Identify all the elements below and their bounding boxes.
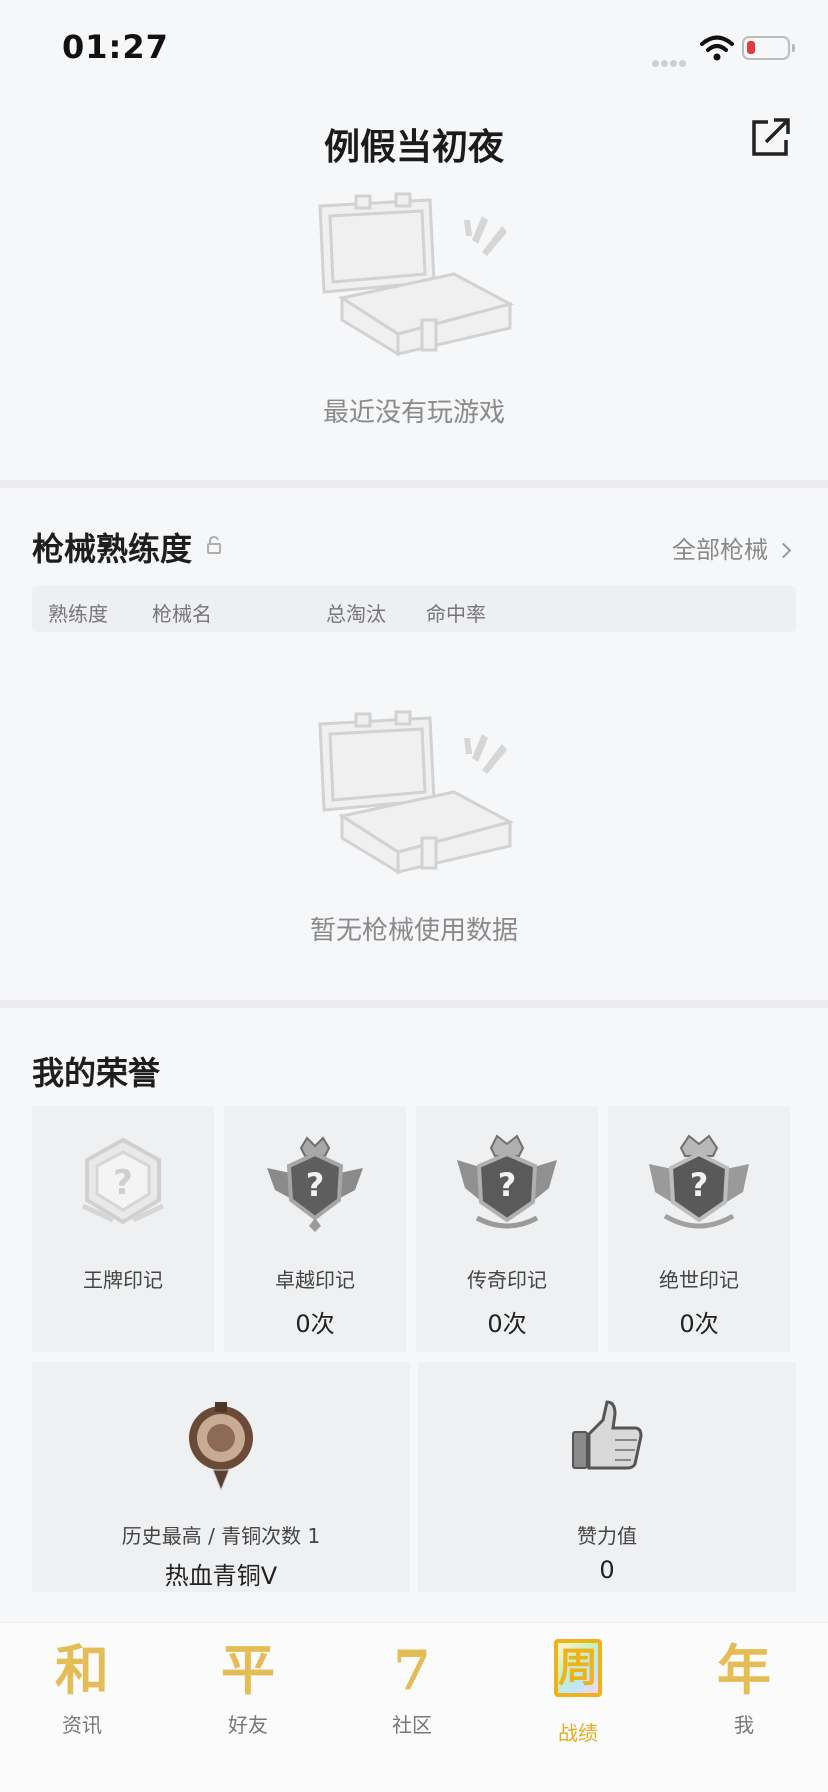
thumbs-up-icon <box>572 1400 643 1470</box>
column-header: 命中率 <box>426 602 486 626</box>
weapons-table-header: 熟练度 枪械名 总淘汰 命中率 <box>32 586 796 632</box>
honor-card-legend[interactable]: ? 传奇印记 0次 <box>416 1106 598 1352</box>
tab-me-icon: 年 <box>717 1638 771 1702</box>
honor-count: 0次 <box>295 1310 335 1338</box>
honor-label: 卓越印记 <box>275 1268 355 1292</box>
section-divider <box>0 1000 828 1008</box>
likes-value: 0 <box>599 1556 615 1584</box>
tab-community[interactable]: 7 社区 <box>352 1639 472 1738</box>
tab-friends[interactable]: 平 好友 <box>188 1639 308 1738</box>
tab-me[interactable]: 年 我 <box>684 1639 804 1738</box>
status-bar: 01:27 <box>0 0 828 96</box>
history-rank-card[interactable]: 历史最高 / 青铜次数 1 热血青铜Ⅴ <box>32 1362 410 1592</box>
honor-label: 王牌印记 <box>83 1268 163 1292</box>
cellular-signal-icon <box>652 52 692 67</box>
svg-text:?: ? <box>498 1166 517 1204</box>
tab-records-glyph: 周 <box>558 1644 598 1691</box>
excellent-mark-badge-icon: ? <box>267 1136 363 1232</box>
bottom-tab-bar: 和 资讯 平 好友 7 社区 周 战绩 年 我 <box>0 1622 828 1792</box>
tab-label: 我 <box>734 1713 754 1737</box>
bronze-rank-icon <box>189 1402 253 1492</box>
legend-mark-badge-icon: ? <box>457 1134 557 1229</box>
likes-card[interactable]: 赞力值 0 <box>418 1362 796 1592</box>
tab-label: 战绩 <box>558 1721 598 1745</box>
weapons-empty-text: 暂无枪械使用数据 <box>309 916 518 946</box>
tab-friends-icon: 平 <box>221 1638 275 1702</box>
tab-community-icon: 7 <box>393 1638 431 1702</box>
section-divider <box>0 480 828 488</box>
column-header: 枪械名 <box>152 602 212 626</box>
recent-games-empty-text: 最近没有玩游戏 <box>322 398 505 428</box>
svg-text:?: ? <box>113 1163 133 1203</box>
tab-news[interactable]: 和 资讯 <box>22 1639 142 1738</box>
svg-text:?: ? <box>306 1166 325 1204</box>
honor-card-excellent[interactable]: ? 卓越印记 0次 <box>224 1106 406 1352</box>
tab-label: 社区 <box>392 1713 432 1737</box>
chevron-right-icon <box>775 542 792 559</box>
peerless-mark-badge-icon: ? <box>649 1134 749 1229</box>
honor-label: 传奇印记 <box>467 1268 547 1292</box>
lock-icon[interactable] <box>206 536 222 554</box>
battery-icon <box>742 36 795 60</box>
honors-section-title: 我的荣誉 <box>32 1054 161 1092</box>
history-rank-value: 热血青铜Ⅴ <box>164 1562 278 1590</box>
ace-mark-badge-icon: ? <box>81 1137 165 1225</box>
empty-chest-icon <box>318 710 515 875</box>
column-header: 熟练度 <box>48 602 108 626</box>
status-time: 01:27 <box>62 28 169 66</box>
tab-label: 资讯 <box>62 1713 102 1737</box>
svg-text:?: ? <box>690 1166 709 1204</box>
honor-label: 绝世印记 <box>659 1268 739 1292</box>
all-weapons-label: 全部枪械 <box>672 536 768 564</box>
tab-news-icon: 和 <box>55 1638 109 1702</box>
all-weapons-link[interactable]: 全部枪械 <box>672 530 792 565</box>
tab-label: 好友 <box>228 1713 268 1737</box>
tab-records-icon: 周 <box>518 1639 638 1709</box>
wifi-icon <box>700 35 734 61</box>
empty-chest-icon <box>318 192 515 357</box>
honor-count: 0次 <box>679 1310 719 1338</box>
tab-records[interactable]: 周 战绩 <box>518 1639 638 1746</box>
column-header: 总淘汰 <box>326 602 386 626</box>
weapons-section-title: 枪械熟练度 <box>32 530 193 568</box>
share-button[interactable] <box>748 116 792 160</box>
honor-card-peerless[interactable]: ? 绝世印记 0次 <box>608 1106 790 1352</box>
honor-count: 0次 <box>487 1310 527 1338</box>
likes-label: 赞力值 <box>577 1524 637 1548</box>
history-rank-label: 历史最高 / 青铜次数 1 <box>121 1524 321 1548</box>
page-title: 例假当初夜 <box>323 127 504 168</box>
honor-card-ace[interactable]: ? 王牌印记 <box>32 1106 214 1352</box>
